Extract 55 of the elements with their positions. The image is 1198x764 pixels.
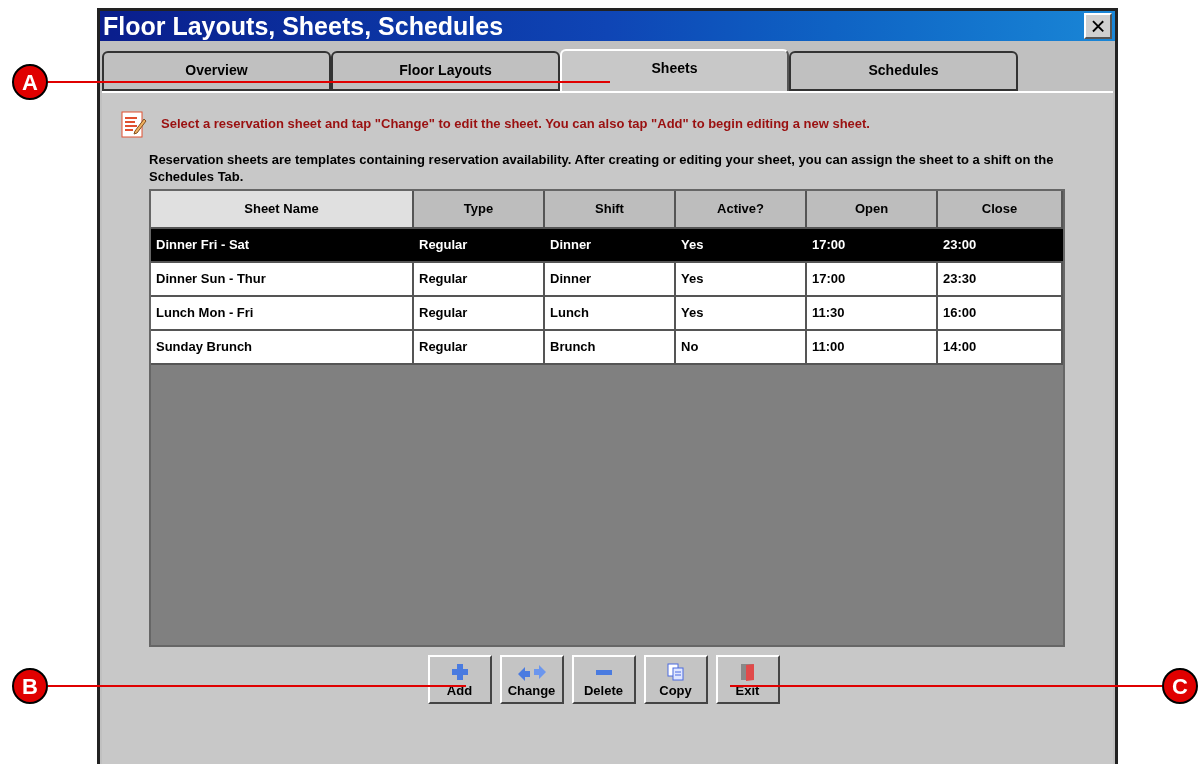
description-text: Reservation sheets are templates containing reservation availability. After creating or editing your sheet, you can assign the sheet to a shift on the Schedules Tab. — [149, 151, 1055, 185]
column-header[interactable]: Shift — [545, 191, 676, 229]
table-cell-text: 23:00 — [942, 236, 978, 255]
toolbar-button[interactable]: Add — [427, 655, 492, 704]
copy-icon — [666, 662, 685, 681]
arrows-icon — [516, 664, 547, 681]
table-cell: 14:00 — [938, 331, 1063, 363]
column-header[interactable]: Open — [807, 191, 938, 229]
minus-icon — [595, 669, 612, 675]
door-icon — [739, 662, 756, 681]
toolbar-button[interactable]: Change — [499, 655, 564, 704]
tab[interactable]: Sheets — [560, 49, 789, 91]
column-header[interactable]: Type — [414, 191, 545, 229]
table-cell: Regular — [414, 331, 545, 363]
table-cell: 17:00 — [807, 263, 938, 295]
plus-icon — [450, 662, 469, 681]
notepad-icon — [121, 109, 147, 139]
table-row[interactable]: Sunday Brunch Regular Brunch No 11:00 14:00 — [151, 331, 1063, 365]
table-cell-text: Yes — [680, 236, 705, 255]
table-cell: Regular — [414, 297, 545, 329]
tab[interactable]: Schedules — [789, 51, 1018, 91]
window-title: Floor Layouts, Sheets, Schedules — [103, 13, 504, 39]
table-cell: Yes — [676, 263, 807, 295]
table-cell: 11:00 — [807, 331, 938, 363]
table-row[interactable]: Dinner Fri - Sat Regular Dinner Yes 17:00 23:00 — [151, 229, 1063, 263]
table-cell-text: 17:00 — [811, 236, 847, 255]
column-header[interactable]: Active? — [676, 191, 807, 229]
table-cell: 23:30 — [938, 263, 1063, 295]
callout-marker: A — [12, 64, 48, 100]
table-cell-text: Regular — [418, 236, 469, 255]
toolbar-button[interactable]: Copy — [643, 655, 708, 704]
table-cell-text: Dinner — [549, 236, 593, 255]
column-header[interactable]: Close — [938, 191, 1063, 229]
close-button[interactable]: × — [1084, 13, 1112, 39]
instruction-text: Select a reservation sheet and tap "Change" to edit the sheet. You can also tap "Add" to begin editing a new sheet. — [161, 115, 870, 134]
table-cell: Lunch Mon - Fri — [151, 297, 414, 329]
toolbar-button[interactable]: Delete — [571, 655, 636, 704]
table-cell: Brunch — [545, 331, 676, 363]
table-cell: No — [676, 331, 807, 363]
table-cell: Regular — [414, 263, 545, 295]
table-cell: 16:00 — [938, 297, 1063, 329]
table-cell-text: Dinner Fri - Sat — [155, 236, 251, 255]
table-row[interactable]: Dinner Sun - Thur Regular Dinner Yes 17:00 23:30 — [151, 263, 1063, 297]
callout-marker: B — [12, 668, 48, 704]
table-row[interactable]: Lunch Mon - Fri Regular Lunch Yes 11:30 16:00 — [151, 297, 1063, 331]
table-cell: Dinner — [545, 263, 676, 295]
table-cell: Lunch — [545, 297, 676, 329]
table-cell: Yes — [676, 297, 807, 329]
tab[interactable]: Floor Layouts — [331, 51, 560, 91]
table-cell: 11:30 — [807, 297, 938, 329]
callout-marker: C — [1162, 668, 1198, 704]
column-header[interactable]: Sheet Name — [151, 191, 414, 229]
table-cell: Dinner Sun - Thur — [151, 263, 414, 295]
tab[interactable]: Overview — [102, 51, 331, 91]
table-cell: Sunday Brunch — [151, 331, 414, 363]
